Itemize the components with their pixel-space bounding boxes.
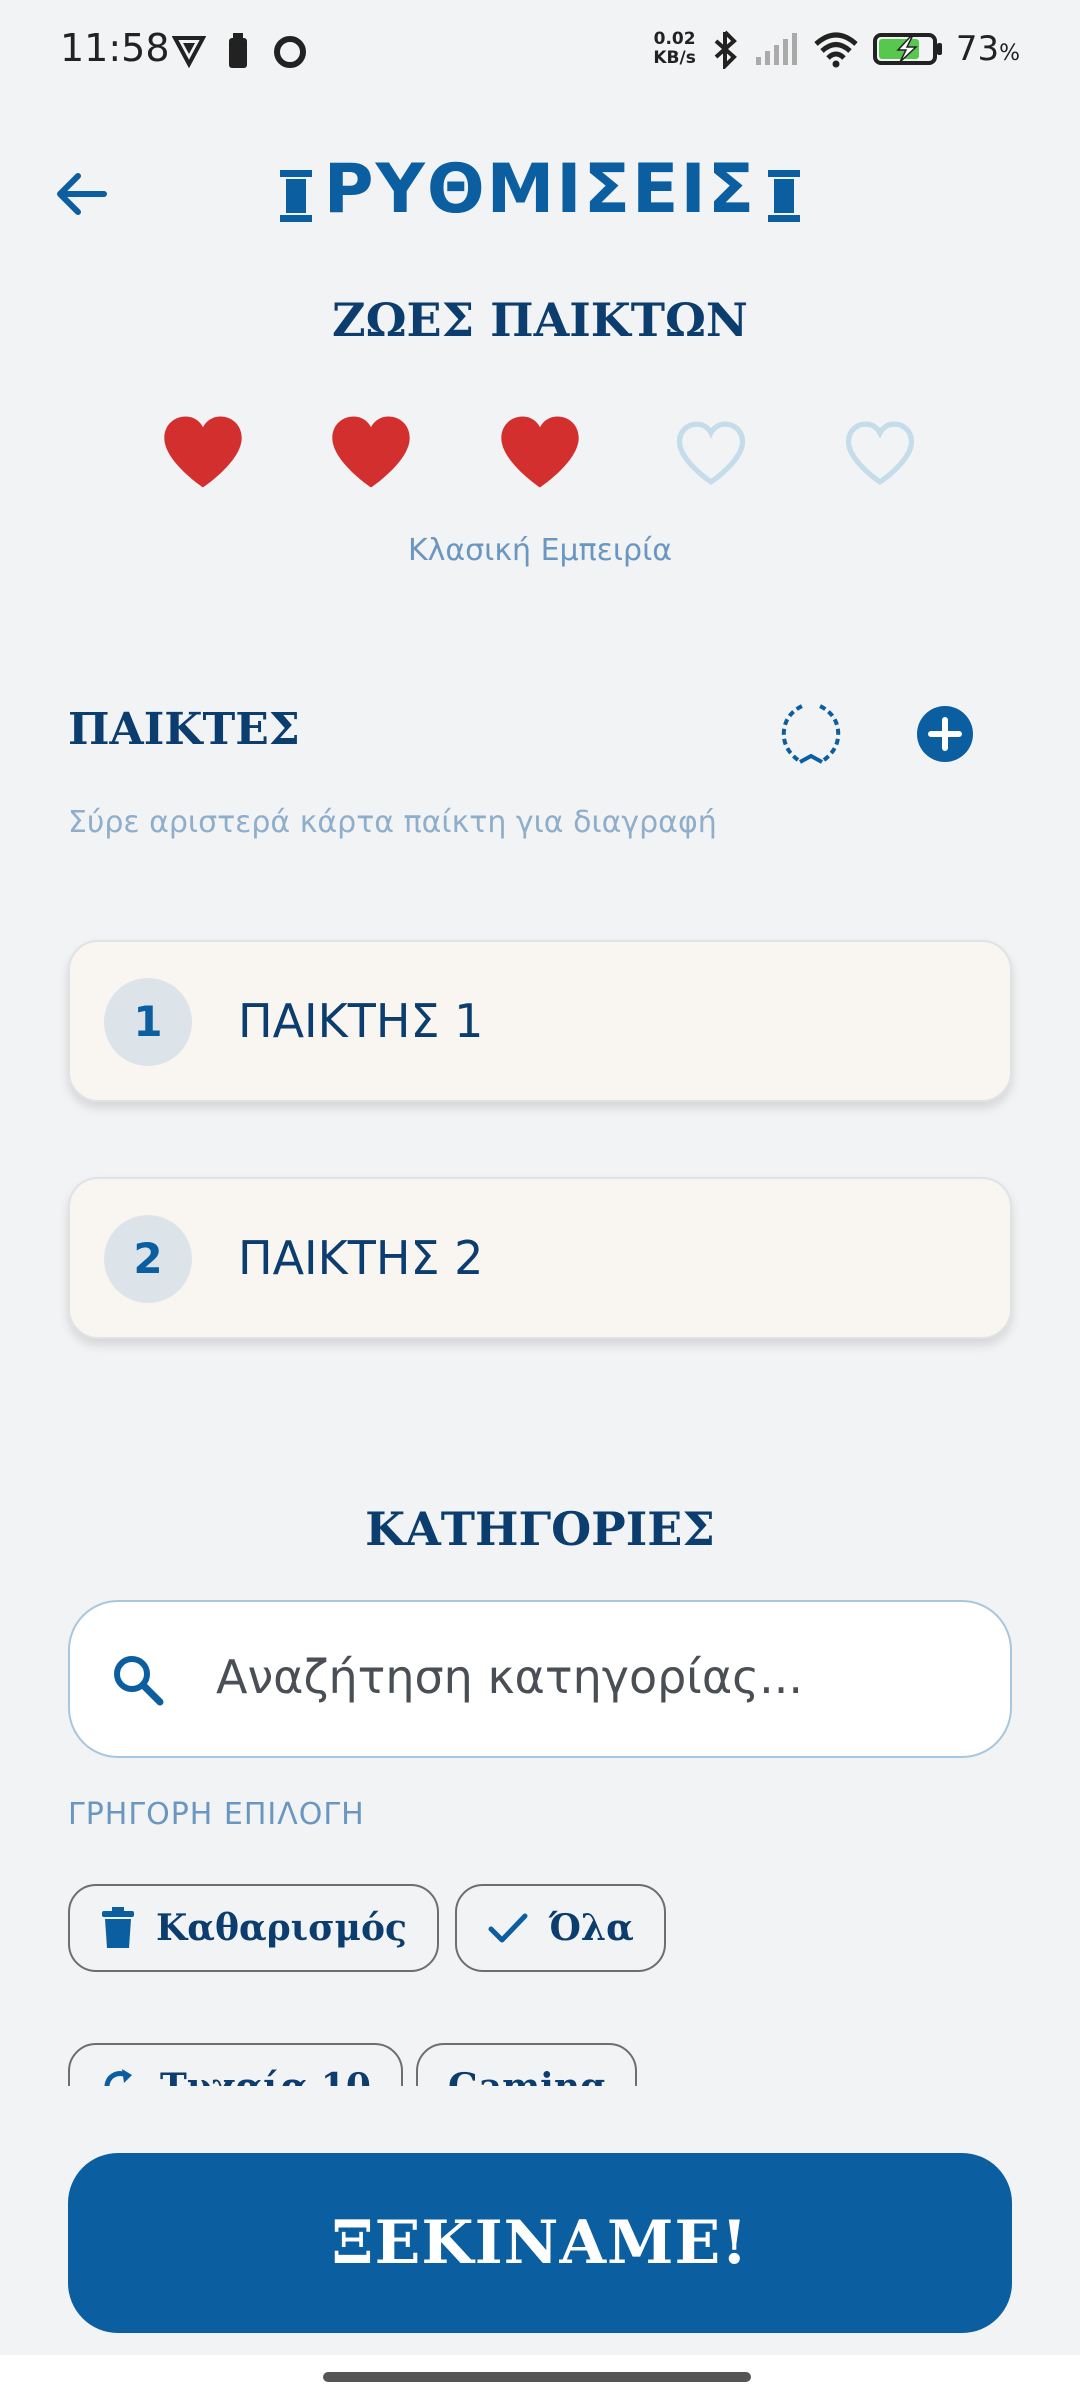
record-circle-icon	[274, 36, 306, 68]
page-title: ΡΥΘΜΙΣΕΙΣ	[323, 150, 757, 229]
battery-percent: 73%	[956, 29, 1020, 69]
laurel-wreath-icon[interactable]	[778, 700, 844, 770]
sim-card-icon	[229, 33, 247, 68]
status-bar: 11:58 0.02 KB/s 73%	[0, 0, 1080, 100]
start-button-label: ΞΕΚΙΝΑΜΕ!	[331, 2208, 749, 2278]
status-right-group: 0.02 KB/s 73%	[653, 24, 1020, 74]
chip-label: Καθαρισμός	[156, 1907, 407, 1949]
wifi-icon	[814, 32, 858, 68]
bluetooth-icon	[714, 30, 737, 69]
add-player-icon[interactable]	[916, 705, 974, 763]
heart-outline-icon[interactable]	[676, 420, 746, 486]
battery-percent-sign: %	[999, 41, 1020, 66]
chip-label: Όλα	[549, 1907, 634, 1949]
start-button[interactable]: ΞΕΚΙΝΑΜΕ!	[68, 2153, 1012, 2333]
home-indicator[interactable]	[323, 2372, 751, 2382]
category-search-input[interactable]: Αναζήτηση κατηγορίας...	[68, 1600, 1012, 1758]
player-name: ΠΑΙΚΤΗΣ 2	[238, 1231, 484, 1285]
search-icon	[114, 1656, 164, 1706]
trash-icon	[102, 1907, 134, 1948]
signal-icon	[755, 33, 797, 65]
swipe-hint: Σύρε αριστερά κάρτα παίκτη για διαγραφή	[68, 805, 717, 840]
gaming-chip-button[interactable]: Gaming	[416, 2043, 638, 2086]
heart-filled-icon[interactable]	[497, 412, 583, 492]
players-title: ΠΑΙΚΤΕΣ	[68, 704, 300, 755]
player-card[interactable]: 1 ΠΑΙΚΤΗΣ 1	[68, 940, 1012, 1102]
all-chip-button[interactable]: Όλα	[455, 1884, 666, 1972]
column-right-icon	[768, 170, 800, 222]
player-number: 1	[104, 978, 192, 1066]
clear-chip-button[interactable]: Καθαρισμός	[68, 1884, 439, 1972]
network-speed-value: 0.02	[653, 29, 696, 49]
player-number: 2	[104, 1215, 192, 1303]
battery-percent-value: 73	[955, 29, 1000, 69]
lives-caption: Κλασική Εμπειρία	[407, 533, 673, 568]
chip-label: Gaming	[448, 2066, 605, 2086]
network-speed: 0.02 KB/s	[653, 30, 695, 68]
chip-row-clipped: Τυχαία 10 Gaming	[0, 2000, 1080, 2086]
lives-title: ΖΩΕΣ ΠΑΙΚΤΩΝ	[332, 293, 748, 347]
vpn-shield-icon	[172, 36, 206, 68]
network-speed-unit: KB/s	[653, 48, 696, 68]
status-time: 11:58	[60, 26, 170, 70]
heart-filled-icon[interactable]	[160, 412, 246, 492]
player-name: ΠΑΙΚΤΗΣ 1	[238, 994, 484, 1048]
heart-filled-icon[interactable]	[328, 412, 414, 492]
search-placeholder: Αναζήτηση κατηγορίας...	[216, 1650, 804, 1704]
chip-label: Τυχαία 10	[160, 2066, 371, 2086]
quick-select-title: ΓΡΗΓΟΡΗ ΕΠΙΛΟΓΗ	[68, 1797, 365, 1832]
random-10-chip-button[interactable]: Τυχαία 10	[68, 2043, 403, 2086]
player-card[interactable]: 2 ΠΑΙΚΤΗΣ 2	[68, 1177, 1012, 1339]
refresh-icon	[104, 2069, 132, 2086]
battery-charging-icon	[872, 33, 942, 65]
heart-outline-icon[interactable]	[845, 420, 915, 486]
check-icon	[488, 1913, 528, 1943]
categories-title: ΚΑΤΗΓΟΡΙΕΣ	[365, 1502, 715, 1556]
